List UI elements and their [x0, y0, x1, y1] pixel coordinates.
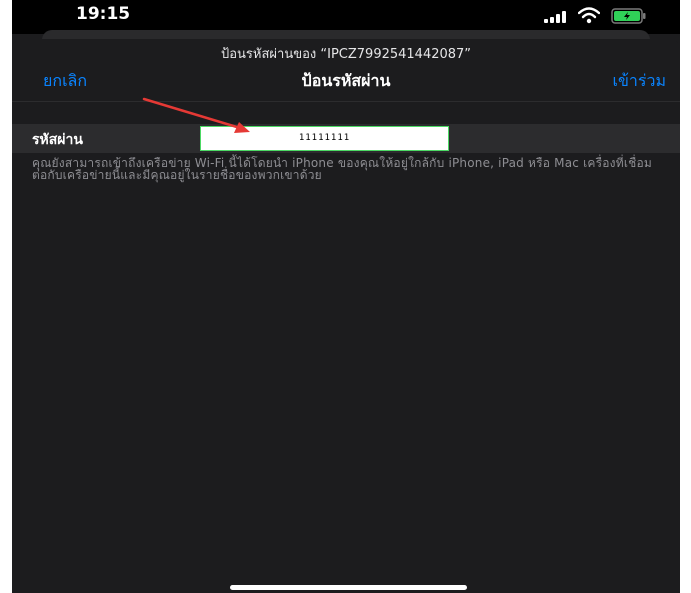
info-text: คุณยังสามารถเข้าถึงเครือข่าย Wi-Fi นี้ได…: [32, 156, 653, 182]
status-bar: 19:15: [12, 0, 680, 34]
network-prompt: ป้อนรหัสผ่านของ “IPCZ7992541442087”: [220, 47, 472, 62]
password-label: รหัสผ่าน: [32, 132, 83, 148]
section-spacer: [12, 101, 680, 122]
wifi-icon: [578, 7, 600, 24]
status-time: 19:15: [76, 4, 131, 24]
home-indicator[interactable]: [230, 585, 467, 590]
join-button[interactable]: เข้าร่วม: [612, 69, 666, 94]
sheet-title: ป้อนรหัสผ่าน: [301, 71, 391, 90]
signal-icon: [544, 11, 566, 23]
battery-icon: [611, 8, 646, 24]
phone-screen: 19:15 ป้อนรหัสผ่านของ “IPCZ7992541442087…: [12, 0, 680, 593]
password-sheet: ป้อนรหัสผ่านของ “IPCZ7992541442087” ยกเล…: [12, 39, 680, 593]
password-row: รหัสผ่าน 11111111: [12, 124, 680, 153]
annotation-arrow-icon: [142, 97, 250, 133]
cancel-button[interactable]: ยกเลิก: [43, 69, 87, 94]
